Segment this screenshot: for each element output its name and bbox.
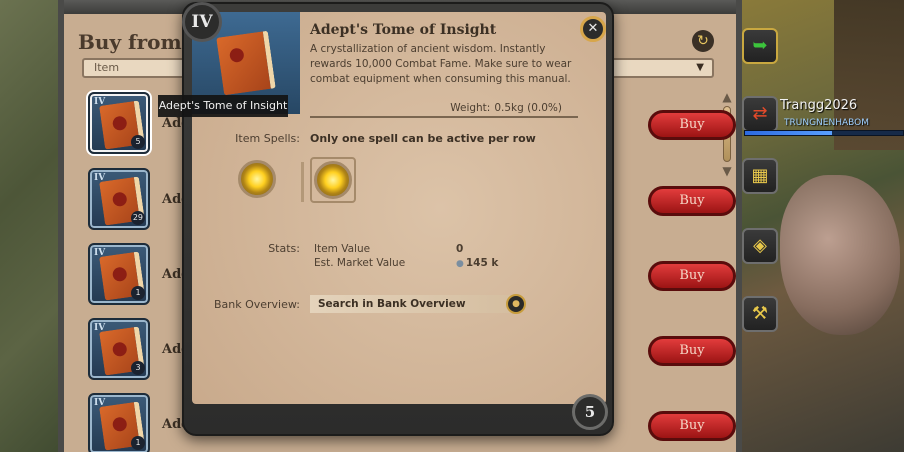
spell-row-divider — [284, 162, 304, 202]
player-name: Trangg2026 — [780, 98, 858, 113]
tier-label: IV — [94, 323, 106, 333]
buy-button[interactable]: Buy — [648, 336, 736, 366]
health-bar — [744, 130, 904, 136]
map-icon[interactable]: ◈ — [742, 228, 778, 264]
quantity-badge: 1 — [131, 286, 145, 300]
journal-icon[interactable]: ▦ — [742, 158, 778, 194]
spell-slot[interactable] — [310, 157, 356, 203]
health-bar-fill — [745, 131, 832, 135]
scroll-up-icon[interactable]: ▲ — [720, 90, 734, 104]
item-slot[interactable]: IV 1 — [88, 393, 150, 452]
search-bank-label: Search in Bank Overview — [318, 298, 466, 310]
silver-coin-icon: ● — [456, 259, 464, 269]
item-weight: Weight: 0.5kg (0.0%) — [310, 102, 578, 118]
stat-row: Item Value 0 — [310, 242, 560, 256]
chevron-down-icon: ▼ — [696, 62, 704, 73]
item-hover-tooltip: Adept's Tome of Insight — [158, 95, 288, 117]
tier-badge: IV — [182, 2, 222, 42]
back-arrow-icon[interactable]: ➥ — [742, 28, 778, 64]
stat-key: Est. Market Value — [314, 257, 406, 269]
category-select-value: Item — [94, 61, 120, 74]
stats-label: Stats: — [268, 242, 300, 255]
search-bank-button[interactable]: Search in Bank Overview ● — [310, 294, 526, 314]
tier-label: IV — [94, 173, 106, 183]
buy-button[interactable]: Buy — [648, 411, 736, 441]
stat-key: Item Value — [314, 243, 371, 255]
spell-icon[interactable] — [314, 161, 352, 199]
item-title: Adept's Tome of Insight — [310, 22, 497, 38]
stats-table: Item Value 0 Est. Market Value ● 145 k — [310, 242, 560, 270]
player-guild: TRUNGNENHABOM — [784, 118, 869, 128]
quantity-badge: 5 — [131, 135, 145, 149]
swap-arrows-icon[interactable]: ⇄ — [742, 96, 778, 132]
scroll-down-icon[interactable]: ▼ — [720, 164, 734, 178]
item-slot[interactable]: IV 3 — [88, 318, 150, 380]
buy-button[interactable]: Buy — [648, 261, 736, 291]
weight-label: Weight: — [450, 102, 491, 114]
tier-label: IV — [94, 248, 106, 258]
item-slot[interactable]: IV 5 — [88, 92, 150, 154]
tier-label: IV — [94, 398, 106, 408]
item-spells-label: Item Spells: — [235, 132, 300, 145]
quantity-badge: 1 — [131, 436, 145, 450]
item-slot[interactable]: IV 1 — [88, 243, 150, 305]
tome-icon — [216, 30, 276, 96]
weight-value: 0.5kg (0.0%) — [494, 102, 562, 114]
quantity-badge: 29 — [130, 211, 145, 225]
item-slot[interactable]: IV 29 — [88, 168, 150, 230]
crafting-icon[interactable]: ⚒ — [742, 296, 778, 332]
refresh-icon[interactable]: ↻ — [692, 30, 714, 52]
item-detail-popup: Adept's Tome of Insight A crystallizatio… — [182, 2, 614, 436]
bank-overview-label: Bank Overview: — [213, 298, 300, 311]
tier-label: IV — [94, 97, 106, 107]
stat-row: Est. Market Value ● 145 k — [310, 256, 560, 270]
stat-value-wrap: ● 145 k — [456, 256, 498, 271]
spells-note: Only one spell can be active per row — [310, 132, 536, 145]
game-world-right — [740, 0, 904, 452]
bank-search-icon[interactable]: ● — [506, 294, 526, 314]
buy-button[interactable]: Buy — [648, 110, 736, 140]
stat-value: 145 k — [465, 257, 499, 269]
close-icon[interactable]: ✕ — [580, 16, 606, 42]
item-description: A crystallization of ancient wisdom. Ins… — [310, 43, 572, 85]
creature-mount — [780, 175, 900, 335]
item-detail-body: Adept's Tome of Insight A crystallizatio… — [192, 12, 606, 404]
spell-icon[interactable] — [238, 160, 276, 198]
stat-value: 0 — [456, 243, 464, 255]
buy-button[interactable]: Buy — [648, 186, 736, 216]
page-badge: 5 — [572, 394, 608, 430]
quantity-badge: 3 — [131, 361, 145, 375]
